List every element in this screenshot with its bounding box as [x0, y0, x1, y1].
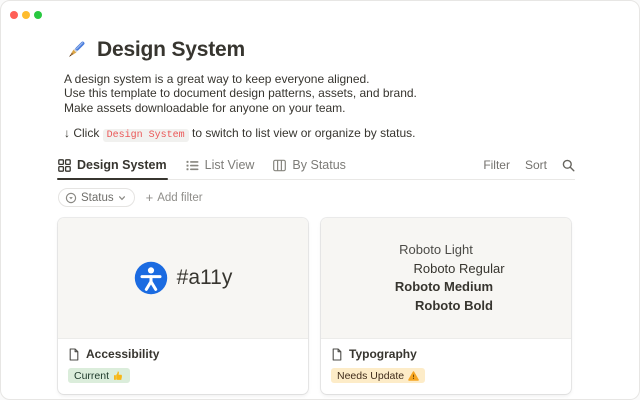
view-tabs: Design System List View [58, 158, 346, 179]
chevron-down-icon [118, 194, 126, 202]
page-title: Design System [97, 38, 245, 62]
status-badge-current: Current [68, 368, 130, 383]
filter-button[interactable]: Filter [483, 158, 510, 172]
zoom-window-button[interactable] [34, 11, 42, 19]
badge-label: Needs Update [337, 370, 404, 382]
search-icon[interactable] [562, 159, 575, 172]
page-icon [331, 348, 343, 361]
page-icon [68, 348, 80, 361]
window-controls [10, 11, 42, 19]
tab-by-status[interactable]: By Status [273, 158, 346, 179]
page-header: Design System [63, 37, 575, 62]
page-content: Design System A design system is a great… [1, 1, 639, 394]
view-actions: Filter Sort [483, 158, 575, 179]
description-line: A design system is a great way to keep e… [64, 72, 575, 86]
status-filter-chip[interactable]: Status [58, 188, 135, 207]
card-title-row: Typography [331, 347, 561, 361]
tab-design-system[interactable]: Design System [58, 158, 167, 179]
status-chip-label: Status [81, 192, 114, 204]
sort-button[interactable]: Sort [525, 158, 547, 172]
card-title: Typography [349, 347, 417, 361]
add-filter-label: Add filter [157, 192, 202, 204]
card-info: Accessibility Current [58, 339, 308, 394]
tab-list-view[interactable]: List View [186, 158, 255, 179]
tab-label: By Status [292, 158, 346, 172]
close-window-button[interactable] [10, 11, 18, 19]
card-cover-accessibility: #a11y [58, 218, 308, 339]
add-filter-button[interactable]: + Add filter [146, 192, 203, 204]
font-sample-bold: Roboto Bold [415, 297, 493, 316]
accessibility-icon [134, 261, 168, 295]
description-line: Use this template to document design pat… [64, 86, 575, 100]
status-badge-needs-update: Needs Update [331, 368, 425, 383]
gallery-view-icon [58, 159, 71, 172]
board-view-icon [273, 159, 286, 172]
cover-hashtag-text: #a11y [177, 266, 233, 290]
instruction-suffix: to switch to list view or organize by st… [189, 126, 416, 140]
description-line: Make assets downloadable for anyone on y… [64, 101, 575, 115]
notion-window: Design System A design system is a great… [0, 0, 640, 400]
tab-label: Design System [77, 158, 167, 172]
plus-icon: + [146, 192, 154, 203]
tab-label: List View [205, 158, 255, 172]
card-cover-typography: Roboto Light Roboto Regular Roboto Mediu… [321, 218, 571, 339]
thumbs-up-icon [113, 370, 124, 381]
card-accessibility[interactable]: #a11y Accessibility Current [58, 218, 308, 394]
card-title-row: Accessibility [68, 347, 298, 361]
warning-icon [408, 371, 419, 381]
font-sample-light: Roboto Light [399, 241, 473, 260]
font-sample-medium: Roboto Medium [395, 278, 493, 297]
filter-row: Status + Add filter [58, 188, 575, 207]
card-info: Typography Needs Update [321, 339, 571, 394]
instruction-prefix: ↓ Click [64, 126, 103, 140]
paintbrush-icon [63, 37, 88, 62]
gallery-cards: #a11y Accessibility Current [58, 218, 575, 394]
minimize-window-button[interactable] [22, 11, 30, 19]
card-typography[interactable]: Roboto Light Roboto Regular Roboto Mediu… [321, 218, 571, 394]
status-property-icon [65, 192, 77, 204]
view-tab-bar: Design System List View [58, 158, 575, 180]
page-description: A design system is a great way to keep e… [64, 72, 575, 115]
list-view-icon [186, 159, 199, 172]
badge-label: Current [74, 370, 109, 382]
card-title: Accessibility [86, 347, 159, 361]
instruction-line: ↓ Click Design System to switch to list … [64, 126, 575, 141]
font-sample-regular: Roboto Regular [413, 260, 504, 279]
inline-code-design-system: Design System [103, 129, 189, 142]
